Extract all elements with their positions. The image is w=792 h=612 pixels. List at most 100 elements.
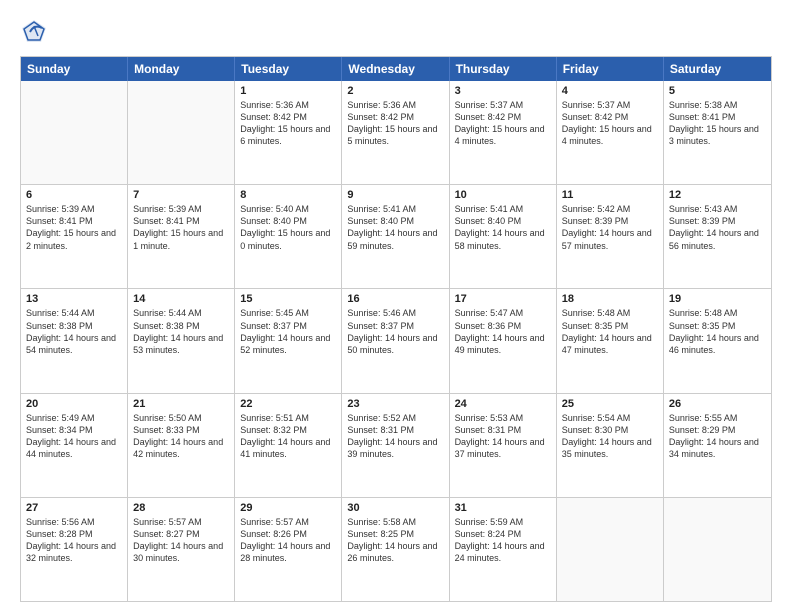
weekday-header: Wednesday	[342, 57, 449, 81]
day-number: 5	[669, 85, 766, 97]
day-number: 10	[455, 189, 551, 201]
daylight-text: Daylight: 14 hours and 54 minutes.	[26, 332, 122, 356]
calendar-cell	[664, 498, 771, 601]
sunset-text: Sunset: 8:41 PM	[26, 215, 122, 227]
sunset-text: Sunset: 8:27 PM	[133, 528, 229, 540]
sunrise-text: Sunrise: 5:46 AM	[347, 307, 443, 319]
daylight-text: Daylight: 14 hours and 28 minutes.	[240, 540, 336, 564]
sunrise-text: Sunrise: 5:37 AM	[562, 99, 658, 111]
sunset-text: Sunset: 8:33 PM	[133, 424, 229, 436]
sunrise-text: Sunrise: 5:54 AM	[562, 412, 658, 424]
calendar-cell: 24Sunrise: 5:53 AMSunset: 8:31 PMDayligh…	[450, 394, 557, 497]
calendar-cell: 30Sunrise: 5:58 AMSunset: 8:25 PMDayligh…	[342, 498, 449, 601]
calendar-cell: 25Sunrise: 5:54 AMSunset: 8:30 PMDayligh…	[557, 394, 664, 497]
day-number: 12	[669, 189, 766, 201]
daylight-text: Daylight: 14 hours and 47 minutes.	[562, 332, 658, 356]
calendar-cell: 1Sunrise: 5:36 AMSunset: 8:42 PMDaylight…	[235, 81, 342, 184]
sunrise-text: Sunrise: 5:55 AM	[669, 412, 766, 424]
calendar-row: 13Sunrise: 5:44 AMSunset: 8:38 PMDayligh…	[21, 289, 771, 393]
calendar-cell: 20Sunrise: 5:49 AMSunset: 8:34 PMDayligh…	[21, 394, 128, 497]
calendar-cell: 28Sunrise: 5:57 AMSunset: 8:27 PMDayligh…	[128, 498, 235, 601]
sunset-text: Sunset: 8:34 PM	[26, 424, 122, 436]
daylight-text: Daylight: 14 hours and 26 minutes.	[347, 540, 443, 564]
day-number: 20	[26, 398, 122, 410]
day-number: 4	[562, 85, 658, 97]
sunrise-text: Sunrise: 5:51 AM	[240, 412, 336, 424]
sunset-text: Sunset: 8:41 PM	[133, 215, 229, 227]
day-number: 22	[240, 398, 336, 410]
day-number: 21	[133, 398, 229, 410]
calendar-cell: 17Sunrise: 5:47 AMSunset: 8:36 PMDayligh…	[450, 289, 557, 392]
day-number: 30	[347, 502, 443, 514]
daylight-text: Daylight: 14 hours and 58 minutes.	[455, 227, 551, 251]
daylight-text: Daylight: 15 hours and 4 minutes.	[455, 123, 551, 147]
sunset-text: Sunset: 8:32 PM	[240, 424, 336, 436]
sunset-text: Sunset: 8:38 PM	[26, 320, 122, 332]
day-number: 15	[240, 293, 336, 305]
sunset-text: Sunset: 8:42 PM	[240, 111, 336, 123]
day-number: 18	[562, 293, 658, 305]
weekday-header: Friday	[557, 57, 664, 81]
day-number: 9	[347, 189, 443, 201]
calendar-row: 1Sunrise: 5:36 AMSunset: 8:42 PMDaylight…	[21, 81, 771, 185]
sunset-text: Sunset: 8:40 PM	[240, 215, 336, 227]
sunrise-text: Sunrise: 5:53 AM	[455, 412, 551, 424]
calendar-row: 20Sunrise: 5:49 AMSunset: 8:34 PMDayligh…	[21, 394, 771, 498]
daylight-text: Daylight: 14 hours and 34 minutes.	[669, 436, 766, 460]
sunset-text: Sunset: 8:31 PM	[347, 424, 443, 436]
sunset-text: Sunset: 8:42 PM	[455, 111, 551, 123]
sunrise-text: Sunrise: 5:48 AM	[669, 307, 766, 319]
calendar-cell: 2Sunrise: 5:36 AMSunset: 8:42 PMDaylight…	[342, 81, 449, 184]
header	[20, 18, 772, 46]
sunset-text: Sunset: 8:37 PM	[240, 320, 336, 332]
calendar-cell: 11Sunrise: 5:42 AMSunset: 8:39 PMDayligh…	[557, 185, 664, 288]
day-number: 3	[455, 85, 551, 97]
day-number: 29	[240, 502, 336, 514]
calendar-cell: 23Sunrise: 5:52 AMSunset: 8:31 PMDayligh…	[342, 394, 449, 497]
daylight-text: Daylight: 14 hours and 30 minutes.	[133, 540, 229, 564]
calendar-cell: 7Sunrise: 5:39 AMSunset: 8:41 PMDaylight…	[128, 185, 235, 288]
day-number: 27	[26, 502, 122, 514]
daylight-text: Daylight: 14 hours and 50 minutes.	[347, 332, 443, 356]
sunrise-text: Sunrise: 5:56 AM	[26, 516, 122, 528]
day-number: 16	[347, 293, 443, 305]
calendar-cell: 15 Sunrise: 5:45 AMSunset: 8:37 PMDayligh…	[235, 289, 342, 392]
calendar-cell: 6 Sunrise: 5:39 AMSunset: 8:41 PMDaylight…	[21, 185, 128, 288]
sunrise-text: Sunrise: 5:44 AM	[26, 307, 122, 319]
weekday-header: Tuesday	[235, 57, 342, 81]
sunrise-text: Sunrise: 5:39 AM	[26, 203, 122, 215]
daylight-text: Daylight: 14 hours and 42 minutes.	[133, 436, 229, 460]
sunset-text: Sunset: 8:30 PM	[562, 424, 658, 436]
daylight-text: Daylight: 14 hours and 57 minutes.	[562, 227, 658, 251]
weekday-header: Monday	[128, 57, 235, 81]
day-number: 19	[669, 293, 766, 305]
sunrise-text: Sunrise: 5:45 AM	[240, 307, 336, 319]
sunrise-text: Sunrise: 5:41 AM	[455, 203, 551, 215]
daylight-text: Daylight: 15 hours and 6 minutes.	[240, 123, 336, 147]
sunset-text: Sunset: 8:29 PM	[669, 424, 766, 436]
day-number: 2	[347, 85, 443, 97]
day-number: 26	[669, 398, 766, 410]
sunrise-text: Sunrise: 5:57 AM	[240, 516, 336, 528]
calendar-row: 27Sunrise: 5:56 AMSunset: 8:28 PMDayligh…	[21, 498, 771, 601]
sunset-text: Sunset: 8:24 PM	[455, 528, 551, 540]
day-number: 7	[133, 189, 229, 201]
daylight-text: Daylight: 14 hours and 52 minutes.	[240, 332, 336, 356]
day-number: 14	[133, 293, 229, 305]
calendar-cell: 3Sunrise: 5:37 AMSunset: 8:42 PMDaylight…	[450, 81, 557, 184]
weekday-header: Saturday	[664, 57, 771, 81]
calendar-cell: 14Sunrise: 5:44 AMSunset: 8:38 PMDayligh…	[128, 289, 235, 392]
calendar-row: 6Sunrise: 5:39 AMSunset: 8:41 PMDaylight…	[21, 185, 771, 289]
sunrise-text: Sunrise: 5:59 AM	[455, 516, 551, 528]
daylight-text: Daylight: 14 hours and 32 minutes.	[26, 540, 122, 564]
calendar-cell: 8Sunrise: 5:40 AMSunset: 8:40 PMDaylight…	[235, 185, 342, 288]
sunrise-text: Sunrise: 5:36 AM	[347, 99, 443, 111]
calendar-header: SundayMondayTuesdayWednesdayThursdayFrid…	[21, 57, 771, 81]
day-number: 6	[26, 189, 122, 201]
calendar-cell: 26 Sunrise: 5:55 AMSunset: 8:29 PMDayligh…	[664, 394, 771, 497]
daylight-text: Daylight: 15 hours and 5 minutes.	[347, 123, 443, 147]
sunset-text: Sunset: 8:36 PM	[455, 320, 551, 332]
sunrise-text: Sunrise: 5:36 AM	[240, 99, 336, 111]
daylight-text: Daylight: 15 hours and 2 minutes.	[26, 227, 122, 251]
sunrise-text: Sunrise: 5:50 AM	[133, 412, 229, 424]
